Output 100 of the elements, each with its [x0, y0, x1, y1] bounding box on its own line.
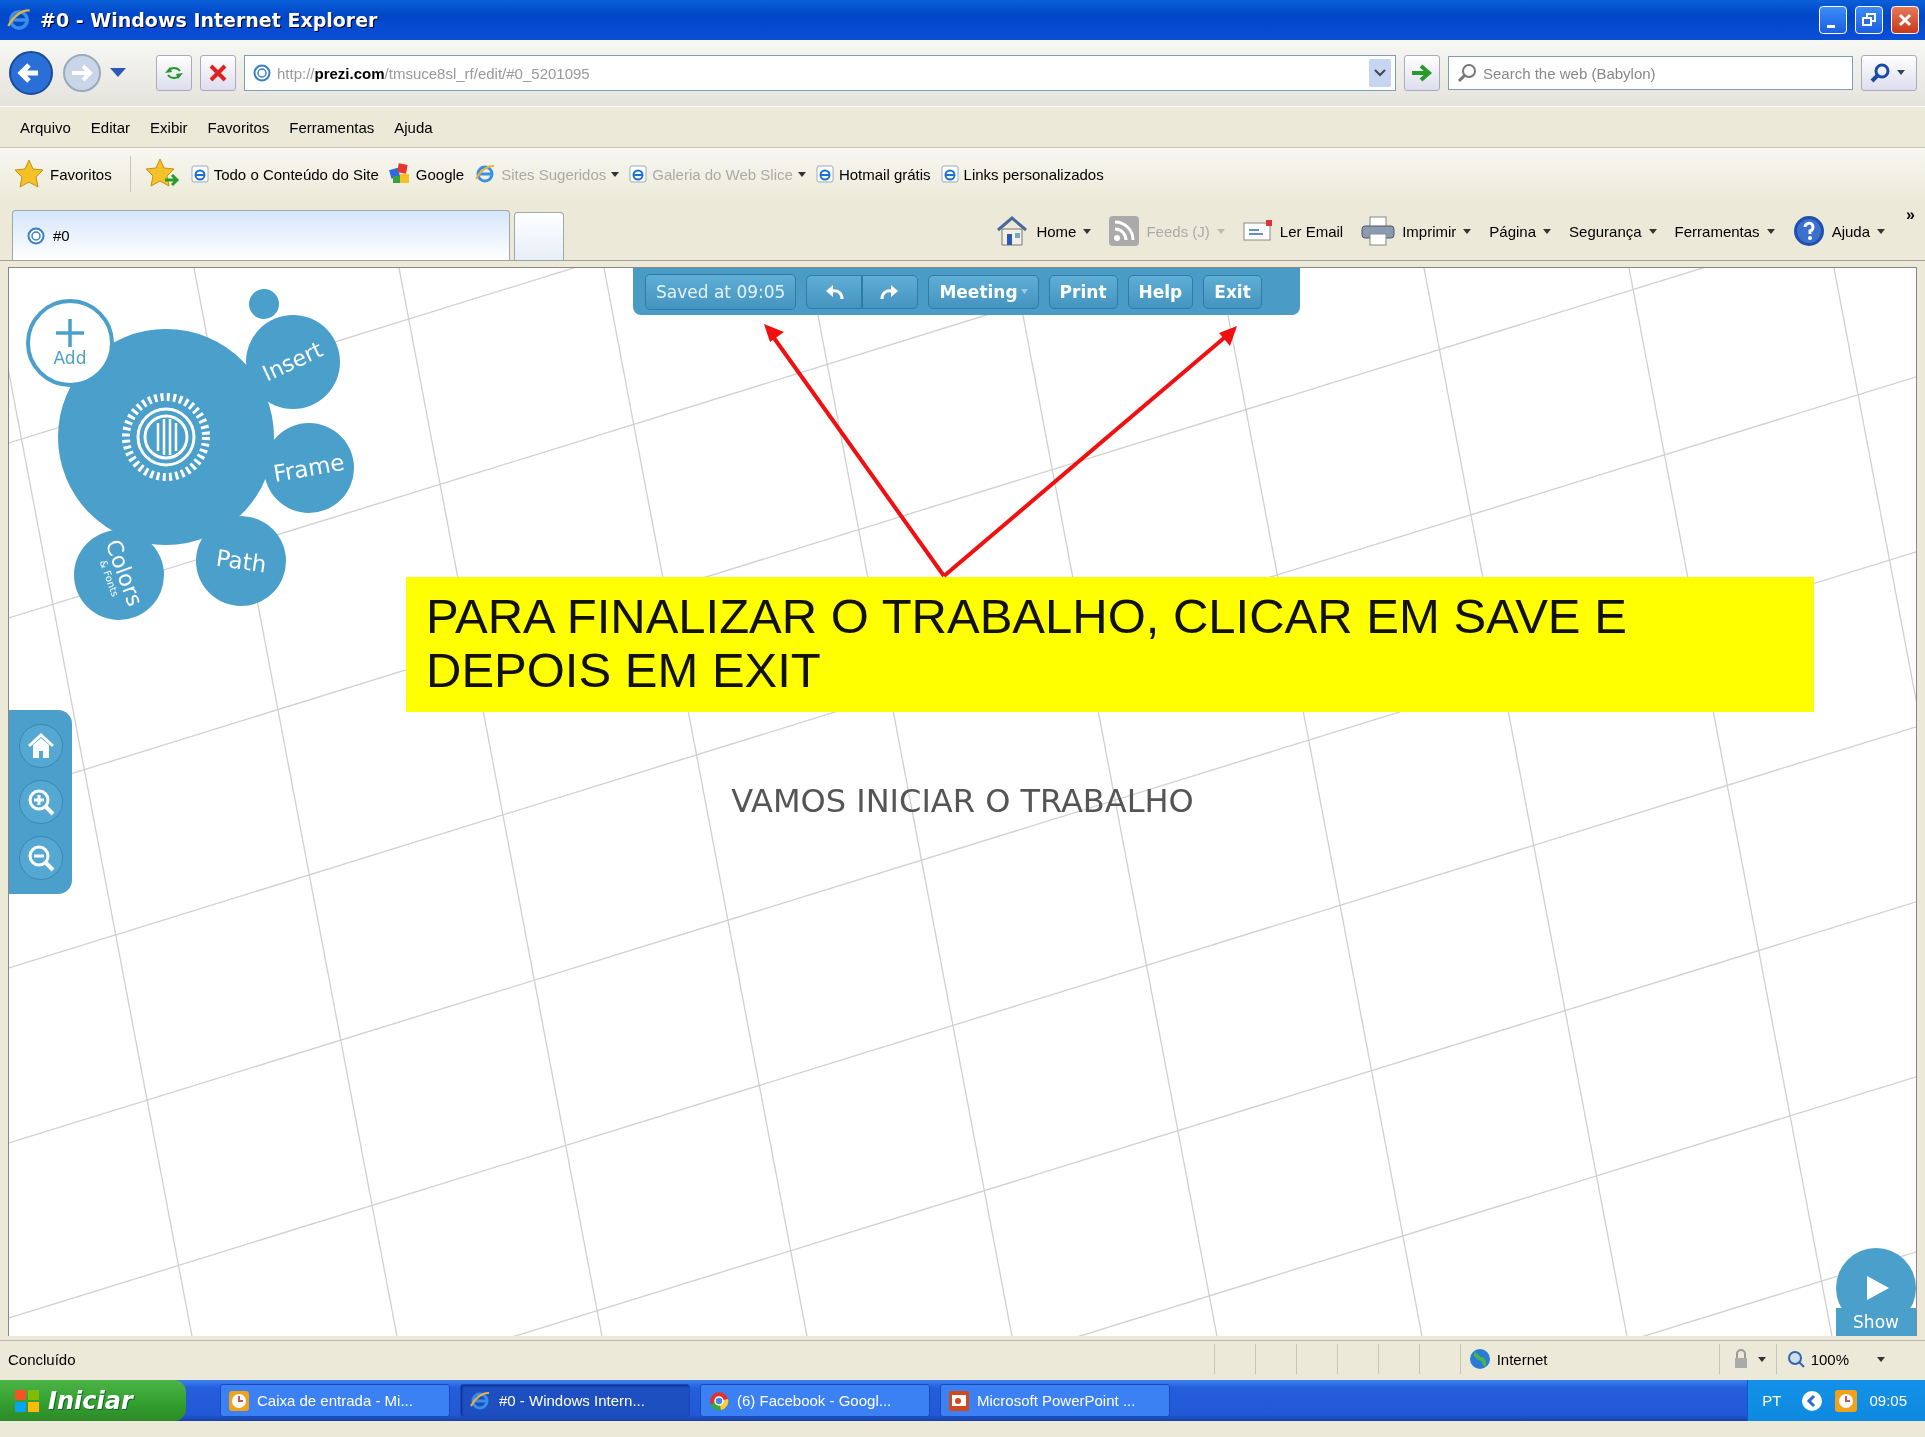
small-bubble-button[interactable] [249, 289, 279, 319]
taskbar-button[interactable]: #0 - Windows Intern... [460, 1384, 690, 1417]
caret-icon [1543, 228, 1552, 234]
command-button[interactable]: Página [1489, 222, 1552, 240]
annotation-text: PARA FINALIZAR O TRABALHO, CLICAR EM SAVE E DEPOIS EM EXIT [426, 589, 1628, 697]
menu-item[interactable]: Favoritos [197, 114, 280, 140]
browser-icon [474, 163, 497, 185]
dropdown-icon[interactable] [1369, 59, 1391, 87]
favorite-link[interactable]: Google [388, 163, 465, 185]
command-button[interactable]: Imprimir [1361, 216, 1472, 246]
expand-tray-icon[interactable] [1801, 1389, 1824, 1412]
command-button[interactable]: Ferramentas [1674, 222, 1775, 240]
caret-icon [611, 171, 620, 177]
security-zone: Internet [1459, 1344, 1719, 1374]
stop-icon [208, 63, 228, 83]
caret-icon [110, 68, 126, 78]
stop-button[interactable] [200, 55, 236, 91]
magnifier-icon [1786, 1350, 1805, 1368]
history-dropdown[interactable] [110, 68, 126, 78]
clock: 09:05 [1869, 1392, 1907, 1409]
minimize-button[interactable] [1819, 6, 1847, 34]
refresh-button[interactable] [156, 55, 192, 91]
clock-icon [229, 1390, 249, 1411]
home-button[interactable] [18, 724, 63, 768]
favorite-link[interactable]: Links personalizados [940, 165, 1104, 183]
window-title: #0 - Windows Internet Explorer [40, 9, 379, 31]
arrow-icon [1410, 63, 1434, 83]
page-icon [190, 165, 209, 183]
page-icon [815, 165, 834, 183]
browser-icon [709, 1390, 729, 1411]
command-button[interactable]: Ler Email [1242, 220, 1344, 242]
favorites-button[interactable]: Favoritos [10, 157, 116, 191]
zoom-out-icon [26, 844, 55, 872]
page-icon [940, 165, 959, 183]
star-icon [14, 159, 44, 189]
page-icon [253, 64, 271, 82]
caret-icon [1648, 228, 1657, 234]
undo-button[interactable] [806, 274, 863, 309]
command-button[interactable]: Ajuda [1792, 215, 1885, 247]
flag-icon [14, 1388, 40, 1413]
restore-icon [1862, 13, 1876, 27]
back-button[interactable] [8, 50, 54, 96]
close-icon [1898, 13, 1912, 27]
zoom-out-button[interactable] [18, 836, 63, 880]
caret-icon [1083, 228, 1092, 234]
restore-button[interactable] [1855, 6, 1883, 34]
colored-squares-icon [388, 163, 411, 185]
address-field[interactable]: http://prezi.com/tmsuce8sl_rf/edit/#0_5201095 [244, 55, 1396, 91]
printer-icon [1361, 216, 1396, 246]
menu-item[interactable]: Ajuda [384, 114, 443, 140]
redo-button[interactable] [862, 274, 919, 309]
browser-icon [6, 7, 32, 33]
caret-icon [1463, 228, 1472, 234]
new-tab-button[interactable] [514, 212, 564, 260]
caret-icon [1877, 228, 1885, 234]
language-indicator[interactable]: PT [1762, 1392, 1782, 1409]
taskbar-button[interactable]: Microsoft PowerPoint ... [940, 1384, 1170, 1417]
presentation-icon [949, 1390, 969, 1411]
close-button[interactable] [1891, 6, 1919, 34]
caret-icon [1216, 228, 1225, 234]
command-button[interactable]: Home [995, 215, 1092, 247]
command-button[interactable]: Segurança [1569, 222, 1657, 240]
add-favorite-icon[interactable] [144, 158, 181, 190]
zoom-in-button[interactable] [18, 780, 63, 824]
zoom-level-button[interactable]: 100% [1775, 1344, 1895, 1374]
forward-button[interactable] [62, 53, 102, 93]
home-icon [995, 215, 1030, 247]
search-field[interactable]: Search the web (Babylon) [1448, 56, 1853, 90]
favorite-link[interactable]: Todo o Conteúdo do Site [190, 165, 379, 183]
clock-icon[interactable] [1835, 1389, 1858, 1412]
favorite-link[interactable]: Hotmail grátis [815, 165, 931, 183]
taskbar-button[interactable]: Caixa de entrada - Mi... [220, 1384, 450, 1417]
menu-item[interactable]: Arquivo [10, 114, 81, 140]
caret-icon [1877, 1356, 1885, 1362]
search-button[interactable] [1861, 55, 1917, 91]
go-button[interactable] [1404, 55, 1440, 91]
browser-icon [469, 1389, 491, 1412]
caret-icon [1757, 1356, 1766, 1362]
caret-icon [1020, 289, 1028, 294]
menu-item[interactable]: Editar [80, 114, 141, 140]
save-status: Saved at 09:05 [645, 273, 797, 310]
feed-icon [1109, 216, 1140, 246]
menu-item[interactable]: Exibir [140, 114, 198, 140]
help-icon [1792, 215, 1825, 247]
caret-icon [1766, 228, 1775, 234]
page-icon [629, 165, 648, 183]
page-icon [27, 226, 45, 245]
search-icon [1457, 63, 1477, 83]
logo-icon [120, 391, 212, 483]
browser-tab[interactable]: #0 [12, 210, 510, 260]
presentation-title: VAMOS INICIAR O TRABALHO [731, 782, 1194, 820]
minimize-icon [1827, 24, 1835, 28]
globe-icon [1468, 1348, 1491, 1370]
zoom-in-icon [26, 788, 55, 816]
more-commands[interactable]: » [1906, 206, 1915, 224]
taskbar-button[interactable]: (6) Facebook - Googl... [700, 1384, 930, 1417]
caret-icon [797, 171, 806, 177]
menu-item[interactable]: Ferramentas [279, 114, 385, 140]
mail-icon [1242, 220, 1273, 242]
plus-icon [55, 318, 85, 348]
